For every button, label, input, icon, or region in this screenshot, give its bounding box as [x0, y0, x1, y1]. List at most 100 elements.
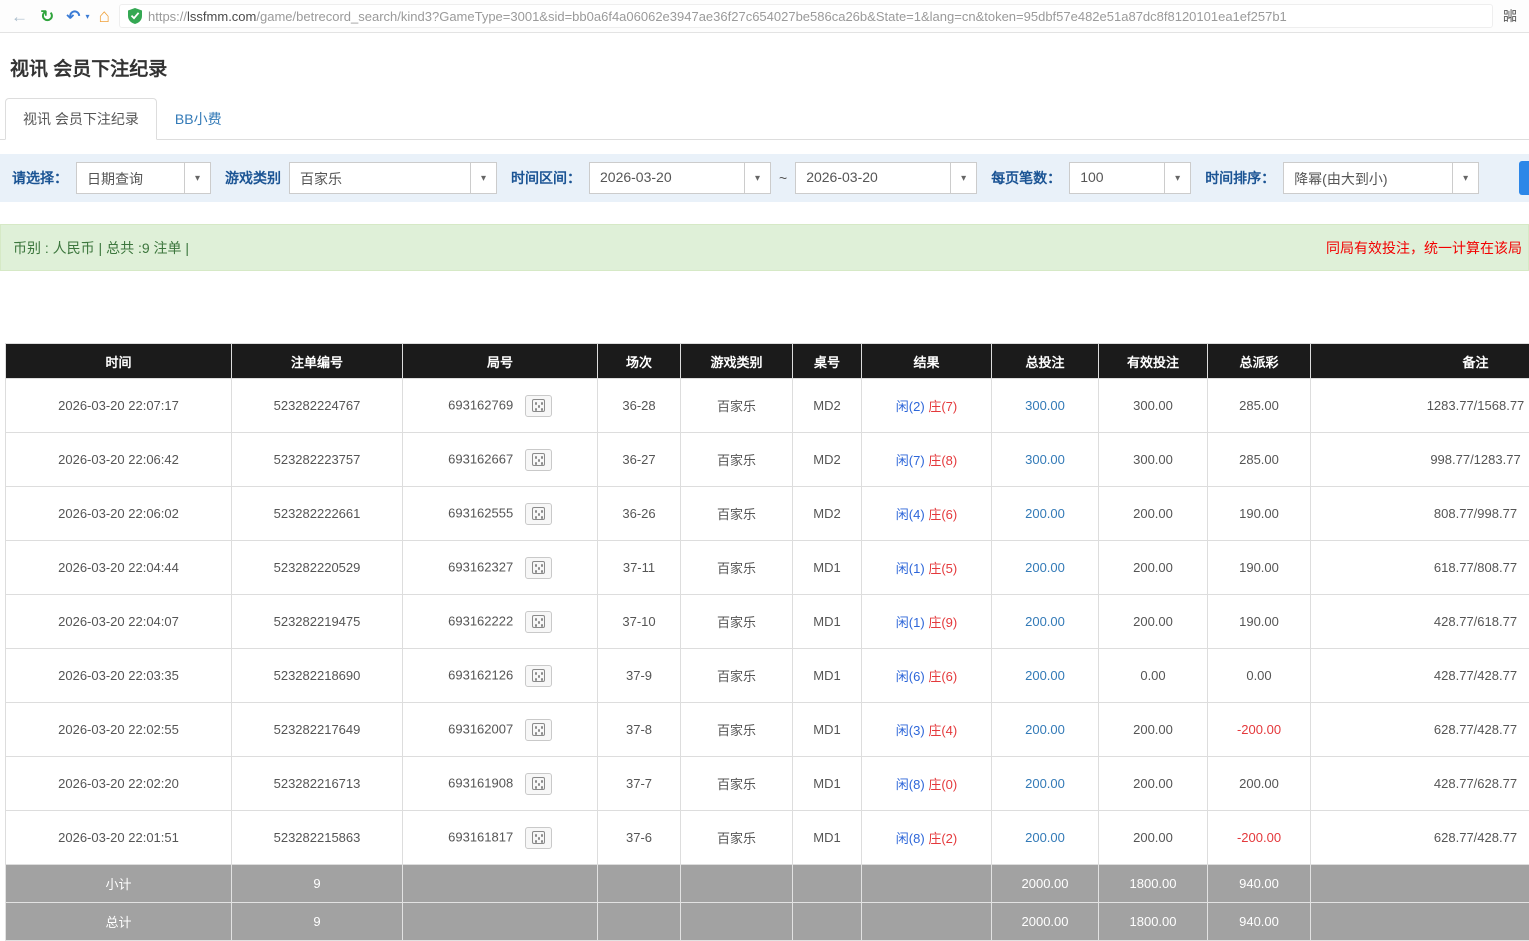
dice-icon — [532, 831, 545, 844]
cell-total-bet[interactable]: 200.00 — [992, 757, 1099, 811]
home-icon[interactable]: ⌂ — [96, 7, 113, 26]
cell-table-no: MD1 — [793, 811, 862, 865]
cell-valid-bet: 300.00 — [1099, 433, 1208, 487]
cell-remark: 1283.77/1568.77 — [1311, 379, 1529, 433]
subtotal-empty-cell — [598, 865, 681, 903]
cell-total-bet[interactable]: 200.00 — [992, 649, 1099, 703]
page-size-label: 每页笔数： — [991, 168, 1061, 188]
total-empty-cell — [598, 903, 681, 941]
filter-bar: 请选择： 日期查询 ▾ 游戏类别 百家乐 ▾ 时间区间： 2026-03-20 … — [0, 154, 1529, 202]
tab-bar: 视讯 会员下注纪录 BB小费 — [0, 98, 1529, 140]
cell-total-bet[interactable]: 200.00 — [992, 541, 1099, 595]
dice-icon — [532, 507, 545, 520]
cell-total-bet[interactable]: 200.00 — [992, 703, 1099, 757]
cell-round: 693162667 — [403, 433, 598, 487]
header-session: 场次 — [598, 344, 681, 379]
round-detail-button[interactable] — [525, 665, 552, 687]
bet-records-table-wrap: 时间 注单编号 局号 场次 游戏类别 桌号 结果 总投注 有效投注 总派彩 备注… — [0, 343, 1529, 941]
cell-total-bet[interactable]: 200.00 — [992, 595, 1099, 649]
security-shield-icon — [128, 8, 142, 24]
cell-table-no: MD2 — [793, 433, 862, 487]
cell-total-bet[interactable]: 300.00 — [992, 379, 1099, 433]
cell-bet-id: 523282222661 — [232, 487, 403, 541]
cell-bet-id: 523282217649 — [232, 703, 403, 757]
dice-icon — [532, 615, 545, 628]
result-player: 闲(8) — [896, 777, 925, 792]
result-player: 闲(7) — [896, 453, 925, 468]
search-button[interactable] — [1519, 161, 1529, 195]
result-player: 闲(6) — [896, 669, 925, 684]
select-type-label: 请选择： — [12, 168, 68, 188]
browser-toolbar: ← ↻ ↶ ▾ ⌂ https://lssfmm.com/game/betrec… — [0, 0, 1529, 33]
cell-bet-id: 523282223757 — [232, 433, 403, 487]
cell-total-bet[interactable]: 200.00 — [992, 811, 1099, 865]
bet-records-table: 时间 注单编号 局号 场次 游戏类别 桌号 结果 总投注 有效投注 总派彩 备注… — [5, 343, 1529, 941]
table-row: 2026-03-20 22:04:44 523282220529 6931623… — [6, 541, 1529, 595]
cell-game-type: 百家乐 — [681, 811, 793, 865]
cell-table-no: MD1 — [793, 703, 862, 757]
date-from-input[interactable]: 2026-03-20 ▾ — [589, 162, 771, 194]
result-banker: 庄(8) — [928, 453, 957, 468]
sort-order-select[interactable]: 降幂(由大到小) ▾ — [1283, 162, 1479, 194]
total-payout: 940.00 — [1208, 903, 1311, 941]
cell-time: 2026-03-20 22:04:44 — [6, 541, 232, 595]
cell-remark: 808.77/998.77 — [1311, 487, 1529, 541]
time-range-label: 时间区间： — [511, 168, 581, 188]
cell-valid-bet: 200.00 — [1099, 595, 1208, 649]
date-to-input[interactable]: 2026-03-20 ▾ — [795, 162, 977, 194]
round-detail-button[interactable] — [525, 773, 552, 795]
round-detail-button[interactable] — [525, 611, 552, 633]
round-detail-button[interactable] — [525, 395, 552, 417]
cell-valid-bet: 300.00 — [1099, 379, 1208, 433]
subtotal-label: 小计 — [6, 865, 232, 903]
tab-bb-tip[interactable]: BB小费 — [157, 98, 240, 140]
game-type-select[interactable]: 百家乐 ▾ — [289, 162, 497, 194]
round-detail-button[interactable] — [525, 557, 552, 579]
header-game-type: 游戏类别 — [681, 344, 793, 379]
sort-order-label: 时间排序： — [1205, 168, 1275, 188]
chevron-down-icon: ▾ — [1452, 163, 1478, 193]
undo-icon[interactable]: ↶ — [63, 8, 83, 25]
table-row: 2026-03-20 22:02:20 523282216713 6931619… — [6, 757, 1529, 811]
subtotal-valid-bet: 1800.00 — [1099, 865, 1208, 903]
round-detail-button[interactable] — [525, 827, 552, 849]
cell-payout: 190.00 — [1208, 487, 1311, 541]
total-row: 总计 9 2000.00 1800.00 940.00 — [6, 903, 1529, 941]
query-type-select[interactable]: 日期查询 ▾ — [76, 162, 211, 194]
total-count: 9 — [232, 903, 403, 941]
cell-valid-bet: 200.00 — [1099, 811, 1208, 865]
chevron-down-icon: ▾ — [744, 163, 770, 193]
cell-time: 2026-03-20 22:03:35 — [6, 649, 232, 703]
cell-round: 693162327 — [403, 541, 598, 595]
cell-payout: 200.00 — [1208, 757, 1311, 811]
url-bar[interactable]: https://lssfmm.com/game/betrecord_search… — [119, 4, 1493, 28]
date-from-value: 2026-03-20 — [590, 163, 744, 193]
refresh-icon[interactable]: ↻ — [37, 8, 57, 25]
page-size-select[interactable]: 100 ▾ — [1069, 162, 1191, 194]
extension-icon[interactable]: 嘂 — [1499, 6, 1521, 26]
header-bet-id: 注单编号 — [232, 344, 403, 379]
undo-dropdown-caret[interactable]: ▾ — [86, 12, 90, 21]
cell-session: 36-27 — [598, 433, 681, 487]
round-detail-button[interactable] — [525, 719, 552, 741]
header-valid-bet: 有效投注 — [1099, 344, 1208, 379]
url-domain: lssfmm.com — [187, 9, 256, 24]
cell-session: 36-28 — [598, 379, 681, 433]
cell-result: 闲(4) 庄(6) — [862, 487, 992, 541]
table-row: 2026-03-20 22:04:07 523282219475 6931622… — [6, 595, 1529, 649]
total-empty-cell — [793, 903, 862, 941]
header-total-bet: 总投注 — [992, 344, 1099, 379]
tab-bet-records[interactable]: 视讯 会员下注纪录 — [5, 98, 157, 140]
cell-table-no: MD2 — [793, 487, 862, 541]
cell-total-bet[interactable]: 300.00 — [992, 433, 1099, 487]
round-detail-button[interactable] — [525, 449, 552, 471]
dice-icon — [532, 777, 545, 790]
back-icon[interactable]: ← — [8, 8, 31, 25]
cell-session: 37-6 — [598, 811, 681, 865]
cell-table-no: MD1 — [793, 649, 862, 703]
round-detail-button[interactable] — [525, 503, 552, 525]
cell-payout: 0.00 — [1208, 649, 1311, 703]
cell-total-bet[interactable]: 200.00 — [992, 487, 1099, 541]
subtotal-total-bet: 2000.00 — [992, 865, 1099, 903]
cell-result: 闲(3) 庄(4) — [862, 703, 992, 757]
